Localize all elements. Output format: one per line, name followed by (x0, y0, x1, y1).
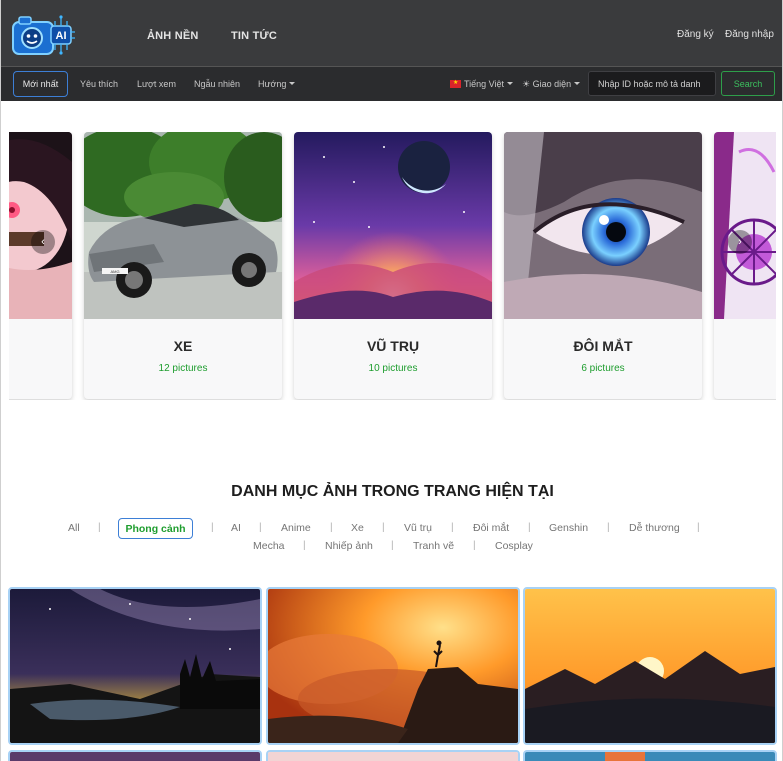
filter-xe[interactable]: Xe (351, 522, 364, 534)
filter-vu-tru[interactable]: Vũ trụ (404, 522, 432, 534)
filter-phong-canh[interactable]: Phong cảnh (118, 518, 193, 539)
gallery-image[interactable] (523, 587, 777, 745)
gallery-image[interactable] (266, 587, 520, 745)
filter-separator: | (259, 522, 262, 533)
filter-ai[interactable]: AI (231, 522, 241, 534)
filter-tranh-ve[interactable]: Tranh vẽ (413, 540, 454, 552)
search-button[interactable]: Search (721, 71, 775, 96)
login-link[interactable]: Đăng nhập (725, 29, 774, 40)
chevron-down-icon (507, 82, 514, 86)
filter-mecha[interactable]: Mecha (253, 540, 285, 552)
filter-separator: | (528, 522, 531, 533)
filter-separator: | (697, 522, 700, 533)
nav-news[interactable]: TIN TỨC (231, 30, 277, 42)
filter-genshin[interactable]: Genshin (549, 522, 588, 534)
filter-separator: | (303, 540, 306, 551)
orientation-dropdown[interactable]: Hướng (258, 79, 296, 89)
gallery-image[interactable] (8, 750, 262, 761)
chevron-right-icon[interactable]: › (728, 230, 752, 254)
search-input[interactable] (588, 71, 716, 96)
filter-cosplay[interactable]: Cosplay (495, 540, 533, 552)
chevron-left-icon[interactable]: ‹ (31, 230, 55, 254)
gallery-image[interactable] (8, 587, 262, 745)
carousel-card-partial-right[interactable] (714, 132, 776, 399)
filter-separator: | (330, 522, 333, 533)
ai-camera-logo[interactable]: AI (11, 10, 75, 60)
filter-nhiep-anh[interactable]: Nhiếp ảnh (325, 540, 373, 552)
language-dropdown[interactable]: Tiếng Việt (450, 79, 514, 89)
carousel-card-vu-tru[interactable]: VŨ TRỤ 10 pictures (294, 132, 492, 399)
card-image: AMG (84, 132, 282, 319)
filter-separator: | (451, 522, 454, 533)
filter-separator: | (607, 522, 610, 533)
svg-text:AMG: AMG (110, 269, 119, 274)
chevron-down-icon (574, 82, 581, 86)
filter-separator: | (98, 522, 101, 533)
filter-separator: | (382, 522, 385, 533)
tab-random[interactable]: Ngẫu nhiên (194, 79, 240, 89)
card-title: XE (173, 338, 193, 354)
top-header: AI ẢNH NỀN TIN TỨC Đăng ký Đăng nhập (1, 0, 782, 67)
tab-favorites[interactable]: Yêu thích (80, 79, 118, 89)
gallery-image[interactable] (266, 750, 520, 761)
language-label: Tiếng Việt (464, 79, 505, 89)
card-title: ĐÔI MẮT (573, 338, 633, 354)
filter-separator: | (473, 540, 476, 551)
filter-all[interactable]: All (68, 522, 80, 534)
carousel-card-partial-left[interactable] (9, 132, 72, 399)
carousel-card-xe[interactable]: AMG XE 12 pictures (84, 132, 282, 399)
page: AI ẢNH NỀN TIN TỨC Đăng ký Đăng nhập Mới… (0, 0, 783, 761)
card-count: 6 pictures (581, 363, 625, 374)
theme-label: Giao diện (532, 79, 572, 89)
tab-views[interactable]: Lượt xem (137, 79, 176, 89)
filter-de-thuong[interactable]: Dễ thương (629, 522, 680, 534)
filter-doi-mat[interactable]: Đôi mắt (473, 522, 509, 534)
theme-dropdown[interactable]: ☀ Giao diện (522, 79, 581, 90)
filter-separator: | (211, 522, 214, 533)
nav-wallpaper[interactable]: ẢNH NỀN (147, 30, 199, 42)
svg-text:AI: AI (56, 30, 67, 42)
card-title: VŨ TRỤ (366, 338, 420, 354)
card-count: 12 pictures (158, 363, 208, 374)
filter-separator: | (391, 540, 394, 551)
orientation-label: Hướng (258, 79, 287, 89)
chevron-down-icon (289, 82, 296, 86)
card-count: 10 pictures (368, 363, 418, 374)
card-image (504, 132, 702, 319)
tab-newest[interactable]: Mới nhất (13, 71, 68, 97)
filter-anime[interactable]: Anime (281, 522, 311, 534)
vietnam-flag-icon (450, 79, 461, 88)
category-carousel: AMG XE 12 pictures VŨ TRỤ 10 pictures ĐÔ… (9, 132, 776, 400)
carousel-card-doi-mat[interactable]: ĐÔI MẮT 6 pictures (504, 132, 702, 399)
gallery-image[interactable] (523, 750, 777, 761)
register-link[interactable]: Đăng ký (677, 29, 714, 40)
section-title: DANH MỤC ẢNH TRONG TRANG HIỆN TẠI (231, 483, 554, 500)
card-image (9, 132, 72, 319)
sun-icon: ☀ (522, 79, 531, 89)
sub-navigation: Mới nhất Yêu thích Lượt xem Ngẫu nhiên H… (1, 67, 782, 101)
card-image (294, 132, 492, 319)
card-image (714, 132, 776, 319)
